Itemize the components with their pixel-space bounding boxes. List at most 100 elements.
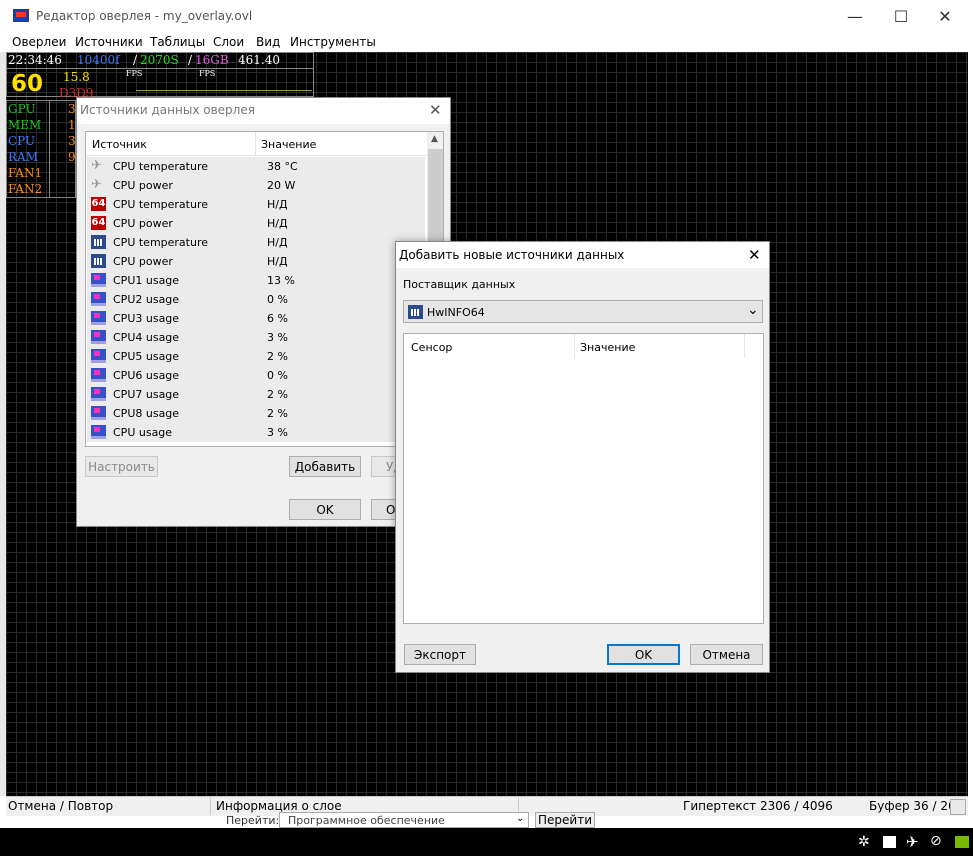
table-row[interactable]: CPU2 usage 0 % xyxy=(87,290,425,309)
row-value: 2 % xyxy=(267,407,288,420)
monitor-icon xyxy=(91,273,106,287)
overlay-cpu-model: 10400f xyxy=(77,53,120,67)
col-sensor-header[interactable]: Сенсор xyxy=(411,341,452,354)
table-row[interactable]: CPU3 usage 6 % xyxy=(87,309,425,328)
goto-button[interactable]: Перейти xyxy=(535,812,595,828)
menu-layers[interactable]: Слои xyxy=(213,35,244,49)
monitor-icon xyxy=(91,349,106,363)
table-row[interactable]: CPU power Н/Д xyxy=(87,252,425,271)
table-row[interactable]: CPU temperature Н/Д xyxy=(87,233,425,252)
table-row[interactable]: CPU1 usage 13 % xyxy=(87,271,425,290)
menu-tables[interactable]: Таблицы xyxy=(150,35,205,49)
monitor-icon xyxy=(91,311,106,325)
row-value: Н/Д xyxy=(267,255,288,268)
hwinfo-icon xyxy=(91,235,106,249)
minimize-button[interactable]: — xyxy=(832,0,878,32)
overlay-slash-2: / xyxy=(188,53,193,67)
airplane-tray-icon[interactable]: ✈ xyxy=(906,833,919,851)
col-source-header[interactable]: Источник xyxy=(92,138,147,151)
dialog-title-bar[interactable]: Добавить новые источники данных ✕ xyxy=(396,242,769,268)
col-value-header[interactable]: Значение xyxy=(580,341,635,354)
row-source: CPU temperature xyxy=(113,198,209,211)
table-row[interactable]: CPU5 usage 2 % xyxy=(87,347,425,366)
table-header: Сенсор Значение xyxy=(404,334,745,358)
cancel-button[interactable]: Отмена xyxy=(690,644,763,665)
row-source: CPU6 usage xyxy=(113,369,180,382)
chevron-down-icon: ⌄ xyxy=(747,302,759,318)
col-value-header[interactable]: Значение xyxy=(261,138,316,151)
row-source: CPU temperature xyxy=(113,236,209,249)
row-source: CPU power xyxy=(113,255,173,268)
row-source: CPU power xyxy=(113,217,173,230)
row-value: 2 % xyxy=(267,350,288,363)
overlay-value: 461.40 xyxy=(238,53,280,67)
scroll-up-icon[interactable]: ▲ xyxy=(431,134,438,144)
status-layer-info: Информация о слое xyxy=(216,799,342,813)
overlay-label-fan1: FAN1 xyxy=(8,166,43,180)
overlay-value-mem: 1 xyxy=(68,118,76,132)
table-row[interactable]: ✈ CPU temperature 38 °C xyxy=(87,157,425,176)
row-value: Н/Д xyxy=(267,236,288,249)
overlay-ram-size: 16GB xyxy=(195,53,229,67)
export-button[interactable]: Экспорт xyxy=(404,644,476,665)
table-row[interactable]: 64 CPU temperature Н/Д xyxy=(87,195,425,214)
row-value: 0 % xyxy=(267,293,288,306)
close-button[interactable]: ✕ xyxy=(922,0,968,32)
sensors-table: Сенсор Значение xyxy=(403,333,764,624)
hwinfo-icon xyxy=(91,254,106,268)
row-source: CPU power xyxy=(113,179,173,192)
ok-button[interactable]: OK xyxy=(607,644,680,665)
column-divider[interactable] xyxy=(574,334,575,358)
overlay-label-mem: MEM xyxy=(8,118,42,132)
overlay-fps-row xyxy=(6,69,314,97)
menu-view[interactable]: Вид xyxy=(256,35,280,49)
table-row[interactable]: CPU7 usage 2 % xyxy=(87,385,425,404)
table-row[interactable]: 64 CPU power Н/Д xyxy=(87,214,425,233)
overlay-value-gpu: 3 xyxy=(68,102,76,116)
overlay-value-ram: 9 xyxy=(68,150,76,164)
dialog-title: Добавить новые источники данных xyxy=(399,248,625,262)
goto-select[interactable]: Программное обеспечение ⌄ xyxy=(279,812,529,828)
title-bar[interactable]: Редактор оверлея - my_overlay.ovl — ☐ ✕ xyxy=(0,0,973,32)
table-row[interactable]: CPU6 usage 0 % xyxy=(87,366,425,385)
provider-select[interactable]: HwINFO64 ⌄ xyxy=(403,300,763,323)
configure-button[interactable]: Настроить xyxy=(85,456,158,477)
overlay-gpu-model: 2070S xyxy=(140,53,179,67)
row-source: CPU2 usage xyxy=(113,293,180,306)
menu-overlays[interactable]: Оверлеи xyxy=(12,35,66,49)
goto-label: Перейти: xyxy=(226,814,280,827)
game-tray-icon[interactable]: ⊘ xyxy=(930,833,942,849)
table-row[interactable]: CPU4 usage 3 % xyxy=(87,328,425,347)
hwinfo-tray-icon[interactable] xyxy=(883,836,896,848)
resize-grip-icon[interactable] xyxy=(950,799,966,815)
row-source: CPU8 usage xyxy=(113,407,180,420)
nvidia-tray-icon[interactable] xyxy=(955,836,969,848)
close-icon[interactable]: ✕ xyxy=(429,101,442,119)
table-body: ✈ CPU temperature 38 °C ✈ CPU power 20 W 64 CPU… xyxy=(86,157,427,446)
column-divider[interactable] xyxy=(744,334,745,358)
menu-sources[interactable]: Источники xyxy=(75,35,143,49)
status-divider xyxy=(210,797,211,815)
overlay-fps-tag-2: FPS xyxy=(199,69,216,78)
settings-tray-icon[interactable]: ✲ xyxy=(858,834,870,850)
table-row[interactable]: CPU8 usage 2 % xyxy=(87,404,425,423)
chevron-down-icon: ⌄ xyxy=(516,813,525,824)
close-icon[interactable]: ✕ xyxy=(748,246,761,264)
provider-label: Поставщик данных xyxy=(403,278,516,291)
table-row[interactable]: CPU usage 3 % xyxy=(87,423,425,442)
window-title: Редактор оверлея - my_overlay.ovl xyxy=(36,9,253,23)
ok-button[interactable]: OK xyxy=(289,499,361,520)
table-row[interactable]: ✈ CPU power 20 W xyxy=(87,176,425,195)
status-hypertext: Гипертекст 2306 / 4096 xyxy=(683,799,833,813)
add-button[interactable]: Добавить xyxy=(289,456,361,477)
row-source: CPU temperature xyxy=(113,160,209,173)
overlay-frametime: 15.8 xyxy=(63,70,90,84)
column-divider[interactable] xyxy=(255,132,256,156)
menu-tools[interactable]: Инструменты xyxy=(290,35,376,49)
dialog-title-bar[interactable]: Источники данных оверлея ✕ xyxy=(77,98,450,124)
maximize-button[interactable]: ☐ xyxy=(878,0,924,32)
overlay-label-gpu: GPU xyxy=(8,102,36,116)
monitor-icon xyxy=(91,406,106,420)
row-value: 3 % xyxy=(267,331,288,344)
row-value: 3 % xyxy=(267,426,288,439)
